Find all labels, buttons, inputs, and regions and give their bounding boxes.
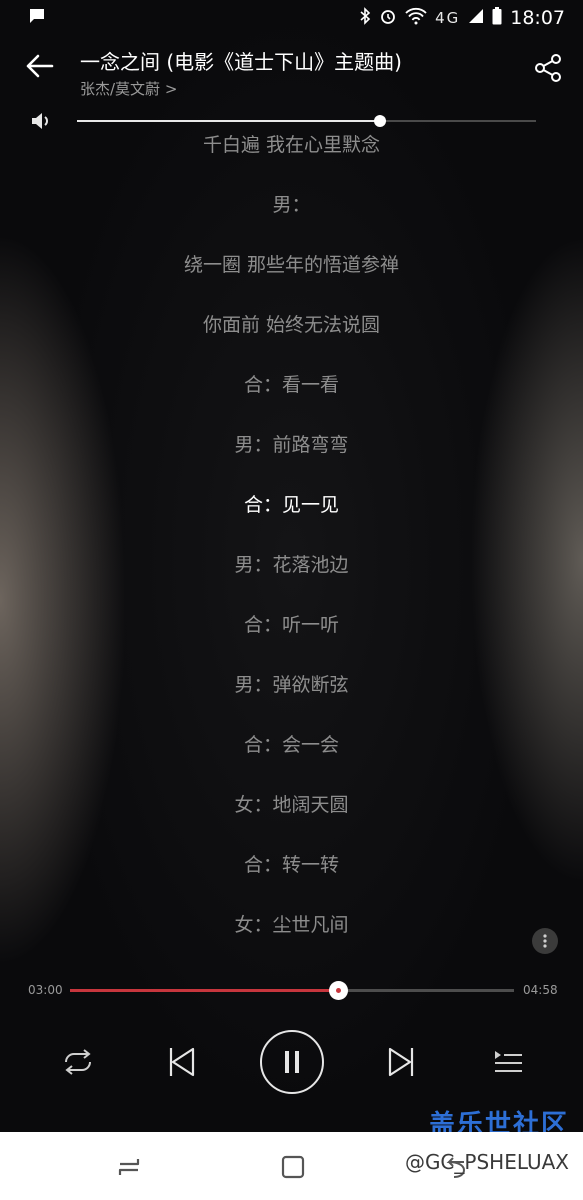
total-time: 04:58 xyxy=(523,983,558,997)
play-pause-button[interactable] xyxy=(258,1028,326,1096)
volume-slider[interactable] xyxy=(77,115,536,127)
repeat-icon xyxy=(65,1049,91,1075)
lyric-line: 男：前路弯弯 xyxy=(234,434,349,456)
recent-apps-icon xyxy=(118,1159,140,1175)
playback-progress: 03:00 04:58 xyxy=(0,978,583,1004)
repeat-button[interactable] xyxy=(56,1028,100,1096)
playback-controls xyxy=(0,1028,583,1096)
status-bar: 4G 18:07 xyxy=(0,0,583,36)
skip-next-icon xyxy=(388,1047,414,1077)
lyric-line: 女：地阔天圆 xyxy=(234,794,349,816)
player-header: 一念之间 (电影《道士下山》主题曲) 张杰/莫文蔚 > xyxy=(0,40,583,102)
share-button[interactable] xyxy=(532,52,568,88)
seek-bar-fill xyxy=(70,989,339,992)
back-button[interactable] xyxy=(22,48,58,84)
artist-link[interactable]: 张杰/莫文蔚 > xyxy=(80,78,177,99)
previous-button[interactable] xyxy=(158,1028,202,1096)
speaker-icon[interactable] xyxy=(30,110,54,132)
clock: 18:07 xyxy=(510,7,565,29)
lyric-line: 男：弹欲断弦 xyxy=(234,674,349,696)
skip-previous-icon xyxy=(169,1047,195,1077)
watermark-handle: @GC_PSHELUAX xyxy=(404,1150,569,1174)
battery-icon xyxy=(492,6,502,30)
bluetooth-icon xyxy=(359,6,371,30)
home-button[interactable] xyxy=(278,1152,308,1182)
lyric-line: 女：尘世凡间 xyxy=(234,914,349,936)
wifi-icon xyxy=(405,7,427,30)
home-icon xyxy=(281,1155,305,1179)
lyric-line: 合：转一转 xyxy=(243,854,339,876)
lyric-line: 合：看一看 xyxy=(243,374,339,396)
recent-apps-button[interactable] xyxy=(114,1152,144,1182)
playlist-icon xyxy=(495,1051,522,1072)
seek-bar[interactable] xyxy=(70,981,514,1000)
volume-fill xyxy=(77,120,380,122)
volume-thumb[interactable] xyxy=(373,115,386,127)
system-navigation-bar: @GC_PSHELUAX xyxy=(0,1132,583,1200)
share-icon xyxy=(535,54,561,82)
song-title: 一念之间 (电影《道士下山》主题曲) xyxy=(80,50,402,74)
lyric-line: 合：听一听 xyxy=(243,614,339,636)
lyric-line: 绕一圈 那些年的悟道参禅 xyxy=(183,254,400,276)
back-arrow-icon xyxy=(26,54,54,78)
signal-icon xyxy=(468,7,484,29)
album-blur-background xyxy=(0,0,583,1200)
lyric-line: 男： xyxy=(272,194,311,216)
more-vertical-icon xyxy=(543,934,547,948)
elapsed-time: 03:00 xyxy=(28,983,63,997)
lyric-line-current: 合：见一见 xyxy=(243,494,339,516)
lyric-line: 千白遍 我在心里默念 xyxy=(202,134,381,156)
alarm-icon xyxy=(379,7,397,30)
seek-thumb[interactable] xyxy=(329,981,349,1000)
more-options-button[interactable] xyxy=(532,928,558,954)
next-button[interactable] xyxy=(381,1028,425,1096)
playlist-button[interactable] xyxy=(486,1028,530,1096)
chat-bubble-icon xyxy=(28,7,46,30)
lyric-line: 合：会一会 xyxy=(243,734,339,756)
network-type: 4G xyxy=(435,9,461,27)
lyric-line: 男：花落池边 xyxy=(234,554,349,576)
pause-icon xyxy=(260,1030,324,1094)
lyric-line: 你面前 始终无法说圆 xyxy=(202,314,381,336)
